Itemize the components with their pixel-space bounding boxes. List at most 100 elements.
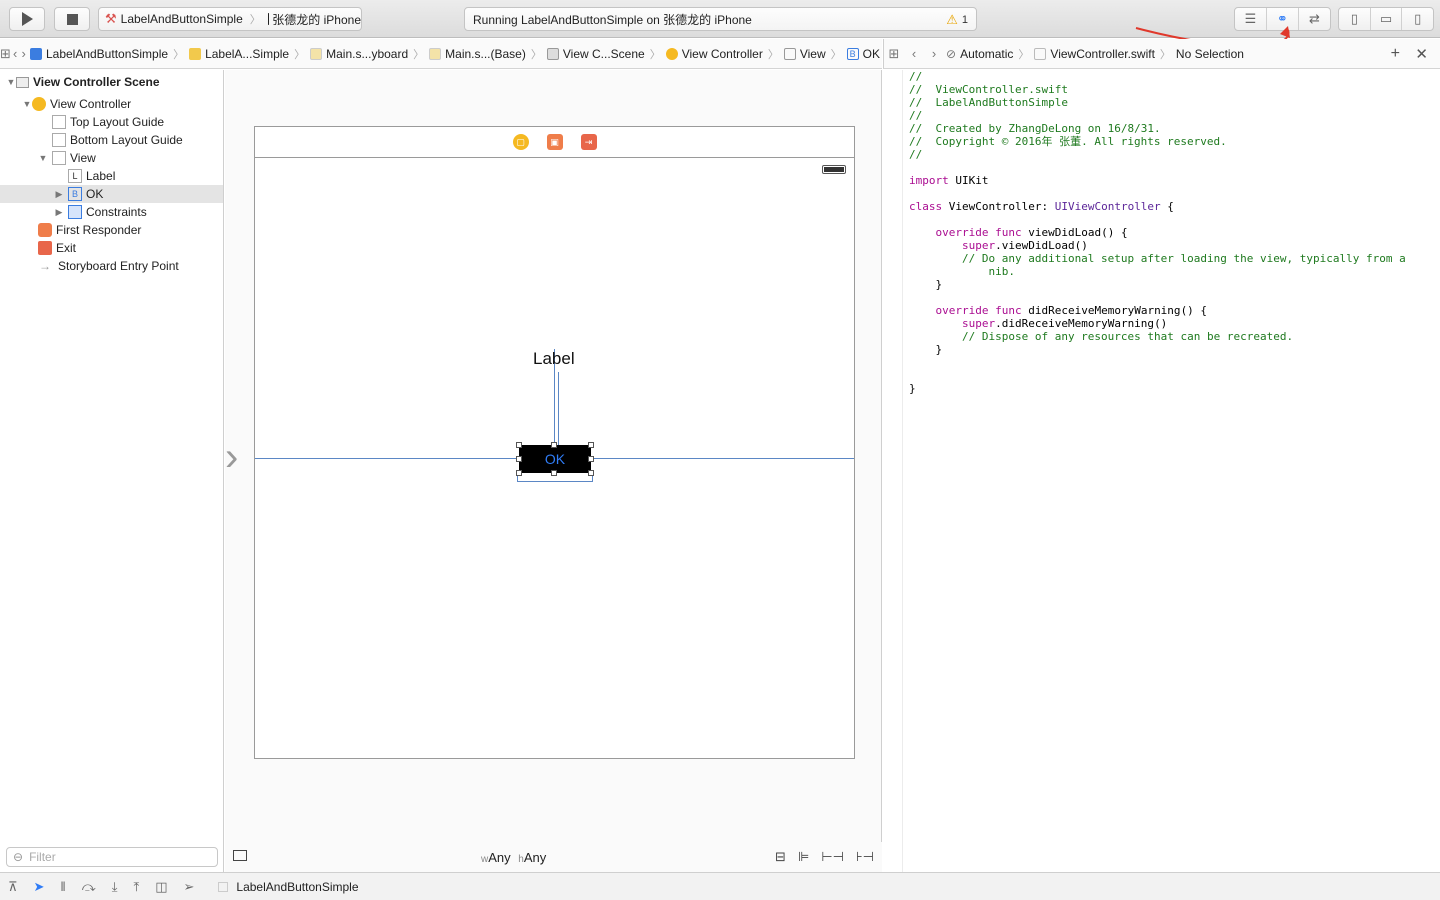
warning-indicator[interactable]: ⚠ 1: [946, 12, 968, 28]
document-outline: ▼ View Controller Scene ▼ View Controlle…: [0, 70, 224, 842]
size-class-control[interactable]: wAny hAny: [481, 850, 546, 865]
disclosure-right-icon[interactable]: ▶: [54, 207, 64, 218]
stop-button[interactable]: [54, 7, 90, 31]
assistant-code-editor[interactable]: //// ViewController.swift// LabelAndButt…: [883, 70, 1440, 872]
code-line[interactable]: [909, 356, 1406, 369]
code-line[interactable]: [909, 291, 1406, 304]
run-button[interactable]: [9, 7, 45, 31]
code-line[interactable]: super.didReceiveMemoryWarning(): [909, 317, 1406, 330]
code-line[interactable]: //: [909, 148, 1406, 161]
outline-scene[interactable]: ▼ View Controller Scene: [0, 73, 223, 91]
code-line[interactable]: }: [909, 343, 1406, 356]
resize-handle[interactable]: [588, 456, 594, 462]
outline-filter-field[interactable]: ⊖ Filter: [6, 847, 218, 867]
back-icon[interactable]: ‹: [904, 46, 924, 61]
storyboard-entry-arrow[interactable]: ›: [225, 437, 238, 477]
code-line[interactable]: class ViewController: UIViewController {: [909, 200, 1406, 213]
crumb-view-controller[interactable]: View Controller: [664, 47, 765, 61]
crumb-view[interactable]: View: [782, 47, 828, 61]
close-editor-icon[interactable]: ✕: [1415, 45, 1428, 63]
outline-constraints[interactable]: ▶ Constraints: [0, 203, 223, 221]
breakpoints-icon[interactable]: ➤: [34, 879, 45, 895]
align-icon[interactable]: ⊫: [798, 849, 809, 865]
step-over-icon[interactable]: ⤼: [82, 879, 96, 895]
stack-icon[interactable]: ⊟: [775, 849, 786, 865]
debug-area-toggle-icon[interactable]: ▭: [1371, 8, 1403, 30]
pin-icon[interactable]: ⊢⊣: [821, 849, 844, 865]
crumb-group[interactable]: LabelA...Simple: [187, 47, 291, 61]
assistant-selection[interactable]: No Selection: [1174, 47, 1246, 61]
code-line[interactable]: [909, 187, 1406, 200]
pause-icon[interactable]: ‖: [60, 879, 65, 894]
view-controller-scene[interactable]: ▢ ▣ ⇥ Label OK: [254, 126, 855, 759]
assistant-mode[interactable]: ⊘ Automatic: [944, 47, 1015, 61]
simulate-location-icon[interactable]: ➢: [184, 879, 195, 895]
crumb-button[interactable]: B OK: [845, 47, 882, 61]
outline-view-controller[interactable]: ▼ View Controller: [0, 95, 223, 113]
back-icon[interactable]: ‹: [11, 46, 20, 61]
outline-bottom-layout-guide[interactable]: Bottom Layout Guide: [0, 131, 223, 149]
code-line[interactable]: // Created by ZhangDeLong on 16/8/31.: [909, 122, 1406, 135]
outline-view[interactable]: ▼ View: [0, 149, 223, 167]
code-line[interactable]: //: [909, 109, 1406, 122]
code-line[interactable]: nib.: [909, 265, 1406, 278]
view-controller-icon[interactable]: ▢: [512, 134, 529, 150]
hide-debug-area-icon[interactable]: ⊼: [8, 879, 18, 895]
resize-handle[interactable]: [551, 442, 557, 448]
disclosure-right-icon[interactable]: ▶: [54, 189, 64, 200]
version-editor-icon[interactable]: ⇄: [1299, 8, 1330, 30]
resolve-issues-icon[interactable]: ⊦⊣: [856, 849, 874, 865]
code-line[interactable]: override func viewDidLoad() {: [909, 226, 1406, 239]
outline-first-responder[interactable]: First Responder: [0, 221, 223, 239]
storyboard-canvas[interactable]: › ▢ ▣ ⇥ Label OK: [225, 70, 882, 842]
related-items-icon[interactable]: ⊞: [0, 46, 11, 62]
code-line[interactable]: }: [909, 382, 1406, 395]
outline-exit[interactable]: Exit: [0, 239, 223, 257]
scheme-selector[interactable]: ⚒ LabelAndButtonSimple 〉 张德龙的 iPhone: [98, 7, 362, 31]
exit-icon[interactable]: ⇥: [580, 134, 597, 150]
code-line[interactable]: override func didReceiveMemoryWarning() …: [909, 304, 1406, 317]
document-outline-toggle-icon[interactable]: [233, 850, 247, 861]
code-line[interactable]: import UIKit: [909, 174, 1406, 187]
resize-handle[interactable]: [516, 442, 522, 448]
crumb-storyboard-base[interactable]: Main.s...(Base): [427, 47, 528, 61]
code-line[interactable]: //: [909, 70, 1406, 83]
disclosure-down-icon[interactable]: ▼: [22, 99, 32, 109]
canvas-ok-button[interactable]: OK: [519, 445, 591, 473]
disclosure-down-icon[interactable]: ▼: [6, 77, 16, 87]
code-line[interactable]: super.viewDidLoad(): [909, 239, 1406, 252]
code-line[interactable]: // Do any additional setup after loading…: [909, 252, 1406, 265]
navigator-toggle-icon[interactable]: ▯: [1339, 8, 1371, 30]
code-line[interactable]: }: [909, 278, 1406, 291]
disclosure-down-icon[interactable]: ▼: [38, 153, 48, 163]
resize-handle[interactable]: [588, 442, 594, 448]
add-editor-icon[interactable]: +: [1391, 45, 1400, 63]
step-into-icon[interactable]: ⤓: [112, 879, 118, 895]
debug-target[interactable]: LabelAndButtonSimple: [218, 880, 359, 894]
step-out-icon[interactable]: ⤒: [133, 879, 139, 895]
crumb-project[interactable]: LabelAndButtonSimple: [28, 47, 170, 61]
outline-label[interactable]: L Label: [0, 167, 223, 185]
code-line[interactable]: // LabelAndButtonSimple: [909, 96, 1406, 109]
outline-entry-point[interactable]: → Storyboard Entry Point: [0, 257, 223, 275]
crumb-scene[interactable]: View C...Scene: [545, 47, 647, 61]
outline-top-layout-guide[interactable]: Top Layout Guide: [0, 113, 223, 131]
view-debugger-icon[interactable]: ◫: [155, 879, 167, 895]
canvas-label[interactable]: Label: [533, 349, 575, 369]
utilities-toggle-icon[interactable]: ▯: [1402, 8, 1433, 30]
related-items-icon[interactable]: ⊞: [884, 46, 904, 62]
first-responder-icon[interactable]: ▣: [546, 134, 563, 150]
code-line[interactable]: [909, 213, 1406, 226]
code-line[interactable]: // ViewController.swift: [909, 83, 1406, 96]
code-line[interactable]: // Dispose of any resources that can be …: [909, 330, 1406, 343]
crumb-storyboard[interactable]: Main.s...yboard: [308, 47, 410, 61]
forward-icon[interactable]: ›: [924, 46, 944, 61]
code-line[interactable]: [909, 161, 1406, 174]
code-text[interactable]: //// ViewController.swift// LabelAndButt…: [909, 70, 1406, 395]
outline-ok-button[interactable]: ▶ B OK: [0, 185, 223, 203]
forward-icon[interactable]: ›: [19, 46, 28, 61]
code-line[interactable]: // Copyright © 2016年 张董. All rights rese…: [909, 135, 1406, 148]
code-line[interactable]: [909, 369, 1406, 382]
assistant-file[interactable]: ViewController.swift: [1032, 47, 1156, 61]
resize-handle[interactable]: [516, 456, 522, 462]
